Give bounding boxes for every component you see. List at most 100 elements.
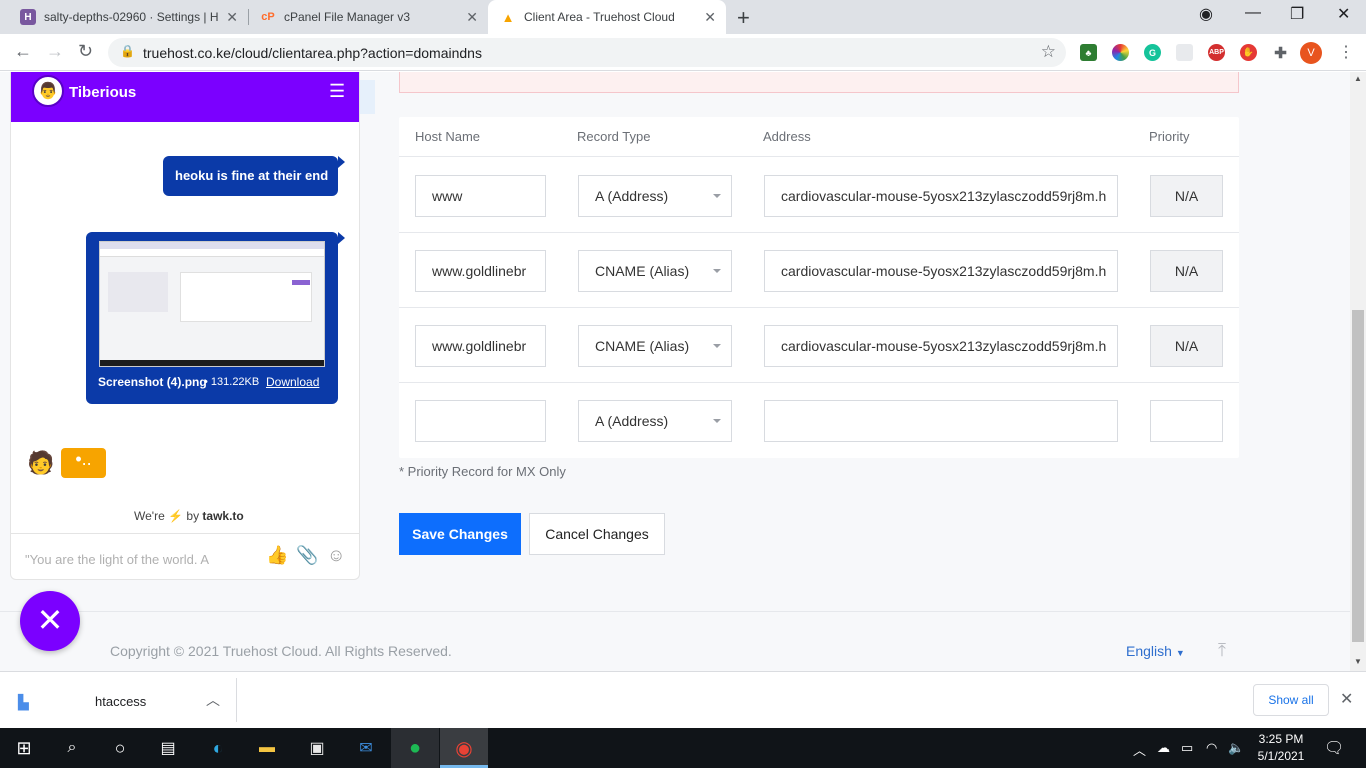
windows-start-icon[interactable]: ⊞ [12,736,36,760]
tray-overflow-icon[interactable]: ︿ [1133,740,1146,759]
volume-icon[interactable]: 🔈 [1228,740,1244,756]
profile-avatar[interactable]: V [1300,42,1322,64]
url-text[interactable]: truehost.co.ke/cloud/clientarea.php?acti… [143,45,482,61]
lock-icon[interactable]: 🔒 [120,44,135,58]
attachment-name: Screenshot (4).png [98,375,207,389]
file-explorer-icon[interactable]: ▬ [255,736,279,760]
host-input[interactable]: www.goldlinebr [415,325,546,367]
tab-cpanel-file-manager[interactable]: cP cPanel File Manager v3 ✕ [248,0,488,34]
browser-tab-strip: H salty-depths-02960 · Settings | He ✕ c… [0,0,1366,34]
downloads-bar: ▙ htaccess ︿ Show all ✕ [0,671,1366,728]
system-clock[interactable]: 3:25 PM 5/1/2021 [1253,731,1309,765]
notification-center-icon[interactable]: 🗨 [1324,738,1344,758]
show-all-button[interactable]: Show all [1253,684,1329,716]
heroku-favicon-icon: H [20,9,36,25]
attachment-size: • 131.22KB [204,376,260,388]
store-icon[interactable]: ▣ [305,736,329,760]
chat-close-button[interactable]: ✕ [20,591,80,651]
record-type-select[interactable]: CNAME (Alias) [578,250,732,292]
priority-input[interactable]: N/A [1150,325,1223,367]
cancel-changes-button[interactable]: Cancel Changes [529,513,665,555]
scroll-up-icon[interactable]: ▲ [1354,74,1362,83]
close-tab-icon[interactable]: ✕ [704,9,716,26]
tab-search-icon[interactable]: ◉ [1199,4,1213,24]
back-icon[interactable]: ← [14,41,32,62]
adblock-icon[interactable]: ABP [1208,44,1225,61]
window-close-icon[interactable]: ✕ [1337,4,1350,24]
onedrive-icon[interactable]: ☁ [1157,740,1170,756]
chrome-icon[interactable]: ◉ [452,736,476,760]
scroll-down-icon[interactable]: ▼ [1354,657,1362,666]
priority-input[interactable] [1150,400,1223,442]
address-input[interactable] [764,400,1118,442]
bookmark-star-icon[interactable]: ☆ [1041,42,1056,62]
mail-icon[interactable]: ✉ [354,736,378,760]
table-row: www.goldlinebr CNAME (Alias) cardiovascu… [399,308,1239,383]
language-label: English [1126,643,1172,659]
chevron-up-icon[interactable]: ︿ [206,690,220,710]
file-icon: ▙ [18,694,29,710]
host-input[interactable] [415,400,546,442]
record-type-select[interactable]: A (Address) [578,175,732,217]
address-input[interactable]: cardiovascular-mouse-5yosx213zylasczodd5… [764,175,1118,217]
alert-box [399,72,1239,93]
page-scrollbar[interactable]: ▲ ▼ [1350,72,1366,671]
spotify-icon[interactable]: ● [403,736,427,760]
chat-menu-icon[interactable]: ☰ [329,81,345,102]
minimize-icon[interactable]: — [1245,4,1261,22]
priority-input[interactable]: N/A [1150,175,1223,217]
language-selector[interactable]: English ▼ [1126,643,1185,659]
download-item-name[interactable]: htaccess [95,694,146,709]
stop-hand-icon[interactable]: ✋ [1240,44,1257,61]
powered-by[interactable]: We're ⚡ by tawk.to [134,509,244,523]
record-type-select[interactable]: A (Address) [578,400,732,442]
search-icon[interactable]: ⌕ [60,736,84,760]
wifi-icon[interactable]: ◠ [1206,740,1217,756]
close-downloads-icon[interactable]: ✕ [1340,689,1353,709]
windows-taskbar: ⊞ ⌕ ○ ▤ ◐ ▬ ▣ ✉ ● ◉ ︿ ☁ ▭ ◠ 🔈 3:25 PM 5/… [0,728,1366,768]
chat-message-input[interactable]: "You are the light of the world. A [25,552,235,567]
save-changes-button[interactable]: Save Changes [399,513,521,555]
task-view-icon[interactable]: ▤ [156,736,180,760]
thumb-button [292,280,310,285]
new-tab-icon[interactable]: + [737,5,750,31]
forward-icon[interactable]: → [46,41,64,62]
back-to-top-icon[interactable]: ⤒ [1218,640,1226,661]
host-input[interactable]: www.goldlinebr [415,250,546,292]
address-input[interactable]: cardiovascular-mouse-5yosx213zylasczodd5… [764,325,1118,367]
scrollbar-thumb[interactable] [1352,310,1364,642]
restore-icon[interactable]: ❐ [1290,4,1304,24]
page-footer: Copyright © 2021 Truehost Cloud. All Rig… [0,611,1350,671]
tab-heroku-settings[interactable]: H salty-depths-02960 · Settings | He ✕ [8,0,248,34]
puzzle-icon[interactable]: ✚ [1272,44,1289,62]
emoji-icon[interactable]: ☺ [327,545,345,566]
browser-menu-icon[interactable]: ⋮ [1338,42,1354,62]
agent-avatar: 👨 [32,75,64,107]
thumbs-up-icon[interactable]: 👍 [266,545,288,566]
attachment-download-link[interactable]: Download [266,375,319,389]
agent-name: Tiberious [69,84,137,101]
host-input[interactable]: www [415,175,546,217]
close-tab-icon[interactable]: ✕ [466,9,478,26]
tab-client-area[interactable]: ▲ Client Area - Truehost Cloud ✕ [488,0,726,34]
battery-icon[interactable]: ▭ [1181,740,1193,756]
address-bar[interactable]: 🔒 truehost.co.ke/cloud/clientarea.php?ac… [108,38,1066,67]
thumb-toolbar [100,249,324,257]
priority-input[interactable]: N/A [1150,250,1223,292]
html-tree-icon[interactable]: ♣ [1080,44,1097,61]
edge-icon[interactable]: ◐ [206,736,230,760]
attachment-icon[interactable]: 📎 [296,545,318,566]
cortana-icon[interactable]: ○ [108,736,132,760]
record-type-value: A (Address) [595,413,669,429]
close-tab-icon[interactable]: ✕ [226,9,238,26]
table-row: www.goldlinebr CNAME (Alias) cardiovascu… [399,233,1239,308]
blank-ext-icon[interactable] [1176,44,1193,61]
grammarly-icon[interactable]: G [1144,44,1161,61]
typing-indicator: •.. [61,448,106,478]
attachment-thumbnail[interactable] [99,241,325,367]
tab-title: Client Area - Truehost Cloud [524,10,675,24]
record-type-select[interactable]: CNAME (Alias) [578,325,732,367]
address-input[interactable]: cardiovascular-mouse-5yosx213zylasczodd5… [764,250,1118,292]
reload-icon[interactable]: ↻ [78,41,93,62]
color-wheel-icon[interactable] [1112,44,1129,61]
